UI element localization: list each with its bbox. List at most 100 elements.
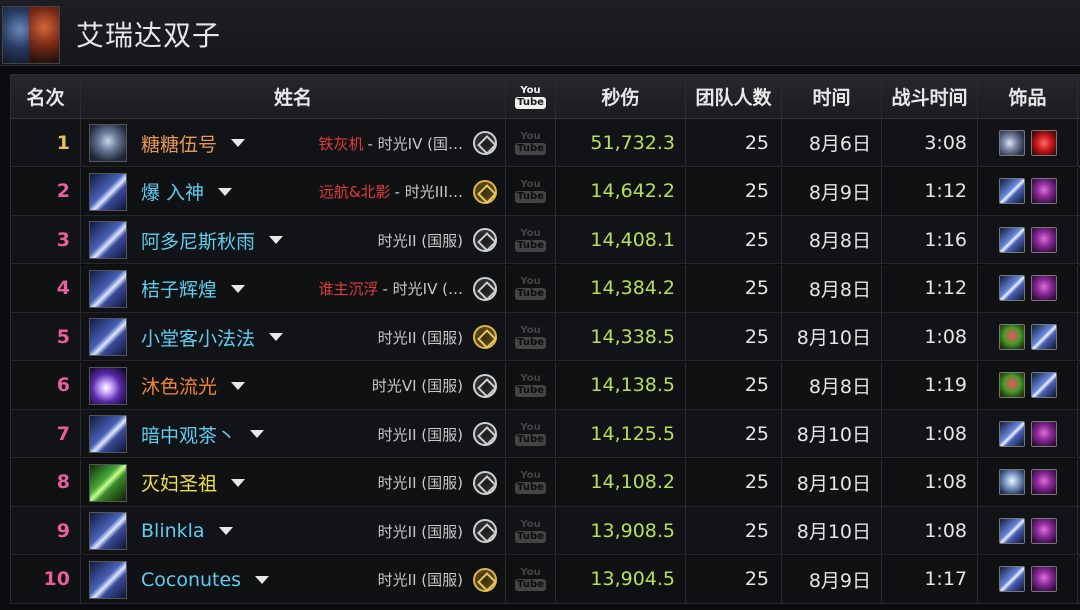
skull-trinket-icon[interactable]	[1030, 178, 1057, 204]
header-video[interactable]: You Tube	[506, 75, 556, 118]
duration-value: 1:08	[882, 410, 978, 457]
header-date[interactable]: 时间	[782, 75, 882, 118]
trinkets-cell	[978, 361, 1078, 409]
header-rank[interactable]: 名次	[11, 75, 81, 118]
table-row[interactable]: 9 Blinkla 时光II (国服) You Tube 13,908.5 25 8月10日 1…	[11, 507, 1080, 555]
player-name-link[interactable]: 糖糖伍号	[141, 119, 246, 167]
mage-icon	[89, 560, 127, 599]
chevron-down-icon[interactable]	[218, 527, 233, 535]
rank: 3	[11, 216, 81, 263]
video-cell[interactable]: You Tube	[506, 167, 556, 215]
duration-value: 1:12	[882, 264, 978, 312]
duration-value: 1:08	[882, 507, 978, 554]
table-row[interactable]: 2 爆 ⼊神 远航&北影 - 时光III… You Tube 14,642.2 25 8月9日 1…	[11, 167, 1080, 216]
table-row[interactable]: 1 糖糖伍号 铁灰机 - 时光IV (国… You Tube 51,732.3 25 8月6日 3…	[11, 119, 1080, 167]
table-row[interactable]: 7 暗中观茶丶 时光II (国服) You Tube 14,125.5 25 8月10日 1:0…	[11, 410, 1080, 458]
header-name[interactable]: 姓名	[81, 75, 506, 118]
table-row[interactable]: 6 沐色流光 时光VI (国服) You Tube 14,138.5 25 8月8日 1:19	[11, 361, 1080, 410]
date-value: 8月8日	[782, 216, 882, 263]
player-name-link[interactable]: 阿多尼斯秋雨	[141, 216, 284, 264]
skull-trinket-icon[interactable]	[1030, 566, 1057, 592]
player-name-link[interactable]: 暗中观茶丶	[141, 410, 265, 458]
blade-trinket-icon[interactable]	[998, 420, 1025, 447]
youtube-label-1: You	[520, 470, 541, 481]
skull-trinket-icon[interactable]	[1030, 226, 1057, 253]
blade-trinket-icon[interactable]	[998, 178, 1025, 204]
blade-trinket-icon[interactable]	[998, 275, 1025, 301]
video-cell[interactable]: You Tube	[506, 555, 556, 603]
player-name-link[interactable]: 爆 ⼊神	[141, 168, 233, 216]
guild-realm[interactable]: 时光II (国服)	[378, 556, 463, 604]
blade-trinket-icon[interactable]	[1030, 372, 1057, 398]
player-cell: 阿多尼斯秋雨 时光II (国服)	[81, 216, 506, 263]
warrior-icon	[89, 124, 127, 162]
ghost-trinket-icon[interactable]	[998, 469, 1025, 495]
player-name-link[interactable]: Blinkla	[141, 507, 233, 555]
video-cell[interactable]: You Tube	[506, 264, 556, 312]
chevron-down-icon[interactable]	[255, 575, 270, 584]
player-name: 糖糖伍号	[141, 133, 218, 156]
youtube-icon: You Tube	[515, 175, 546, 207]
skull-trinket-icon[interactable]	[1030, 517, 1057, 544]
date-value: 8月9日	[782, 167, 882, 215]
guild-realm[interactable]: 铁灰机 - 时光IV (国…	[318, 119, 463, 167]
skull-trinket-icon[interactable]	[1030, 420, 1057, 447]
boss-name: 艾瑞达双子	[76, 19, 222, 52]
player-name-link[interactable]: 小堂客小法法	[141, 313, 284, 361]
guild-realm[interactable]: 时光II (国服)	[378, 410, 463, 458]
guild-realm[interactable]: 谁主沉浮 - 时光IV (…	[318, 265, 463, 313]
header-trinkets[interactable]: 饰品	[978, 75, 1078, 118]
blade-trinket-icon[interactable]	[998, 517, 1025, 544]
header-dps[interactable]: 秒伤	[556, 75, 686, 118]
skull-trinket-icon[interactable]	[1030, 275, 1057, 301]
video-cell[interactable]: You Tube	[506, 216, 556, 263]
video-cell[interactable]: You Tube	[506, 361, 556, 409]
trinkets-cell	[978, 458, 1078, 506]
youtube-label-2: Tube	[515, 579, 546, 591]
video-cell[interactable]: You Tube	[506, 458, 556, 506]
chevron-down-icon[interactable]	[250, 430, 265, 438]
bomb-trinket-icon[interactable]	[998, 129, 1025, 156]
chevron-down-icon[interactable]	[269, 236, 284, 244]
header-duration[interactable]: 战斗时间	[882, 75, 978, 118]
video-cell[interactable]: You Tube	[506, 313, 556, 360]
chevron-down-icon[interactable]	[231, 284, 246, 293]
table-row[interactable]: 4 桔子辉煌 谁主沉浮 - 时光IV (… You Tube 14,384.2 25 8月8日 1…	[11, 264, 1080, 313]
player-name-link[interactable]: Coconutes	[141, 556, 270, 604]
rose-trinket-icon[interactable]	[998, 372, 1025, 398]
mage-icon	[89, 172, 127, 211]
video-cell[interactable]: You Tube	[506, 507, 556, 554]
guild-realm[interactable]: 时光II (国服)	[378, 313, 463, 361]
player-name-link[interactable]: 桔子辉煌	[141, 265, 246, 313]
guild-realm[interactable]: 时光VI (国服)	[372, 362, 463, 410]
chevron-down-icon[interactable]	[231, 381, 246, 390]
header-raid-size[interactable]: 团队人数	[686, 75, 782, 118]
druid-icon	[89, 463, 127, 502]
video-cell[interactable]: You Tube	[506, 119, 556, 166]
table-row[interactable]: 8 灭妇圣祖 时光II (国服) You Tube 14,108.2 25 8月10日 1:08	[11, 458, 1080, 507]
chevron-down-icon[interactable]	[218, 187, 233, 196]
faction-icon	[473, 276, 497, 301]
date-value: 8月10日	[782, 458, 882, 506]
blade-trinket-icon[interactable]	[998, 226, 1025, 253]
blade-trinket-icon[interactable]	[998, 566, 1025, 592]
guild-realm[interactable]: 时光II (国服)	[378, 507, 463, 555]
chevron-down-icon[interactable]	[231, 478, 246, 487]
youtube-label-1: You	[520, 276, 541, 287]
table-row[interactable]: 3 阿多尼斯秋雨 时光II (国服) You Tube 14,408.1 25 8月8日 1:1…	[11, 216, 1080, 264]
skull-trinket-icon[interactable]	[1030, 469, 1057, 495]
guild-realm[interactable]: 时光II (国服)	[378, 459, 463, 507]
table-row[interactable]: 10 Coconutes 时光II (国服) You Tube 13,904.5 25 8月9…	[11, 555, 1080, 604]
chevron-down-icon[interactable]	[269, 333, 284, 341]
heart-trinket-icon[interactable]	[1030, 129, 1057, 156]
player-name-link[interactable]: 灭妇圣祖	[141, 459, 246, 507]
video-cell[interactable]: You Tube	[506, 410, 556, 457]
player-name-link[interactable]: 沐色流光	[141, 362, 246, 410]
player-name: Coconutes	[141, 568, 242, 591]
table-row[interactable]: 5 小堂客小法法 时光II (国服) You Tube 14,338.5 25 8月10日 1:…	[11, 313, 1080, 361]
blade-trinket-icon[interactable]	[1030, 323, 1057, 350]
guild-realm[interactable]: 远航&北影 - 时光III…	[319, 168, 463, 216]
chevron-down-icon[interactable]	[231, 139, 246, 147]
rose-trinket-icon[interactable]	[998, 323, 1025, 350]
guild-realm[interactable]: 时光II (国服)	[378, 216, 463, 264]
